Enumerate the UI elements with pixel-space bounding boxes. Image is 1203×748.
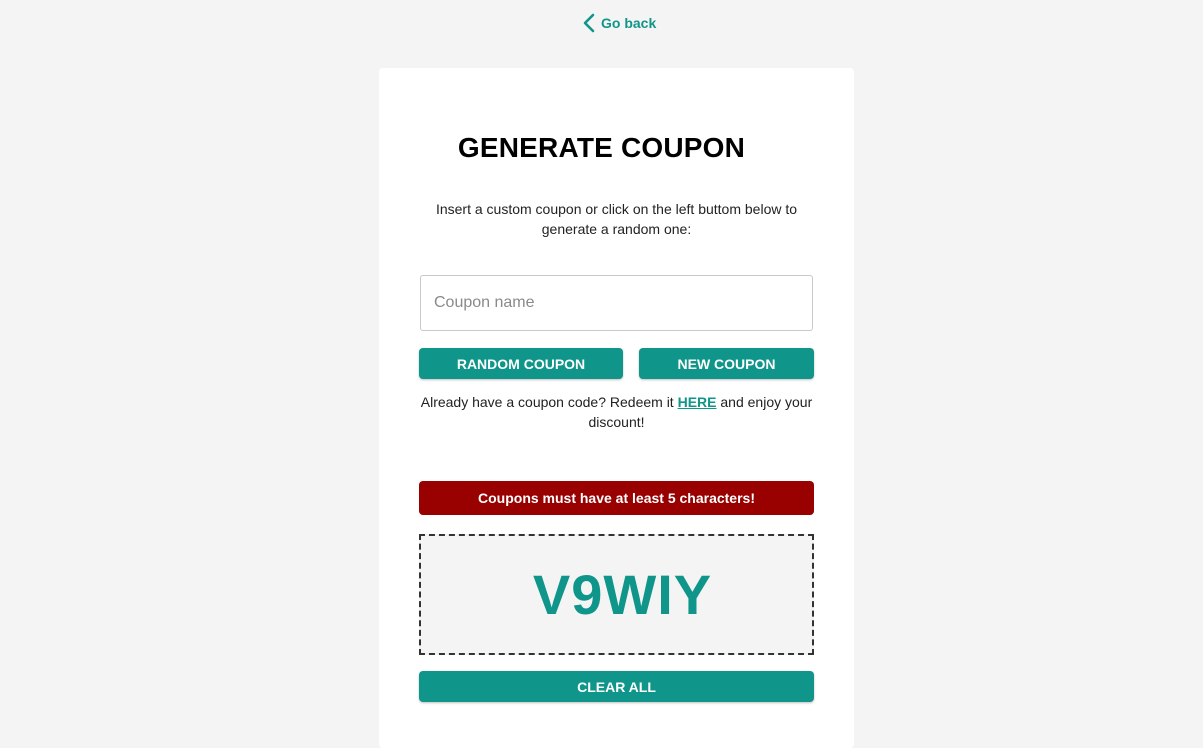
coupon-name-input[interactable] bbox=[420, 275, 813, 331]
go-back-label: Go back bbox=[601, 15, 657, 31]
go-back-link[interactable]: Go back bbox=[583, 12, 656, 34]
chevron-left-icon bbox=[583, 13, 595, 33]
random-coupon-button[interactable]: RANDOM COUPON bbox=[419, 348, 623, 379]
new-coupon-button[interactable]: NEW COUPON bbox=[639, 348, 814, 379]
page-title: GENERATE COUPON bbox=[457, 132, 746, 163]
redeem-text: Already have a coupon code? Redeem it HE… bbox=[420, 392, 813, 432]
clear-all-button[interactable]: CLEAR ALL bbox=[419, 671, 814, 702]
redeem-text-before: Already have a coupon code? Redeem it bbox=[420, 394, 678, 410]
generated-coupon-code: V9WIY bbox=[532, 563, 713, 626]
redeem-here-link[interactable]: HERE bbox=[678, 394, 717, 410]
instructions-text: Insert a custom coupon or click on the l… bbox=[435, 201, 798, 237]
generated-coupon-box: V9WIY bbox=[419, 534, 814, 655]
error-banner: Coupons must have at least 5 characters! bbox=[419, 481, 814, 515]
error-message: Coupons must have at least 5 characters! bbox=[478, 490, 755, 506]
